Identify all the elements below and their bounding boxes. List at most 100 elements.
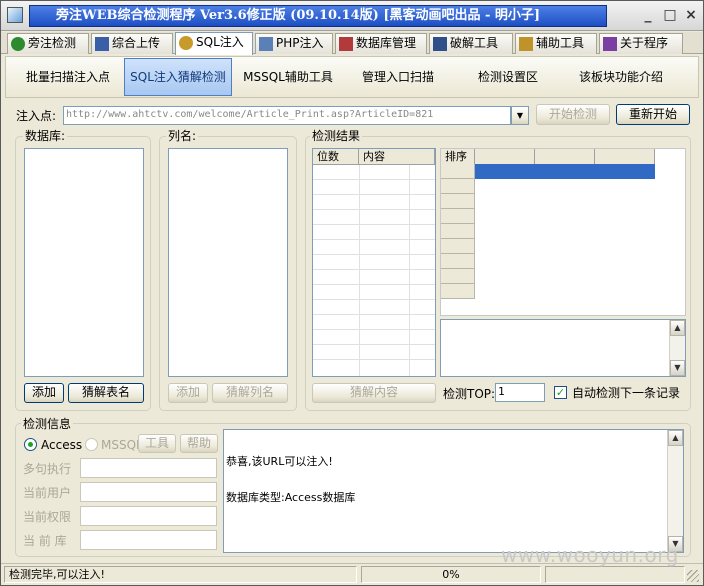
row-header[interactable] [441, 239, 475, 254]
top-label: 检测TOP: [443, 387, 496, 401]
row-header[interactable] [441, 209, 475, 224]
subtab-mssql-tools[interactable]: MSSQL辅助工具 [234, 57, 342, 97]
start-detect-button[interactable]: 开始检测 [536, 104, 610, 125]
watermark: www.wooyun.org [501, 543, 679, 567]
scroll-up-arrow[interactable]: ▲ [668, 430, 683, 446]
subtab-batch-scan[interactable]: 批量扫描注入点 [14, 57, 122, 97]
detect-log[interactable]: 恭喜,该URL可以注入! 数据库类型:Access数据库 ▲ ▼ [223, 429, 684, 553]
subtab-settings[interactable]: 检测设置区 [454, 57, 562, 97]
scroll-up-arrow[interactable]: ▲ [670, 320, 685, 336]
row-header[interactable] [441, 269, 475, 284]
auto-next-label: 自动检测下一条记录 [572, 386, 681, 400]
row-header[interactable] [441, 164, 475, 179]
chart-icon [95, 37, 109, 51]
database-icon [339, 37, 353, 51]
columns-title: 列名: [166, 129, 199, 143]
tab-upload[interactable]: 综合上传 [91, 33, 173, 54]
tab-label: PHP注入 [276, 36, 324, 50]
column-header-field [535, 149, 595, 165]
tab-aux-tools[interactable]: 辅助工具 [515, 33, 597, 54]
tab-php-inject[interactable]: PHP注入 [255, 33, 333, 54]
restore-button[interactable]: □ [661, 7, 679, 25]
row-header[interactable] [441, 194, 475, 209]
multi-exec-field[interactable] [80, 458, 217, 478]
guess-columns-button[interactable]: 猜解列名 [212, 383, 288, 403]
grid-line [313, 179, 435, 180]
column-header-position: 位数 [313, 149, 359, 165]
url-dropdown-arrow[interactable]: ▼ [511, 106, 529, 125]
row-header[interactable] [441, 254, 475, 269]
subtab-sql-guess[interactable]: SQL注入猜解检测 [124, 58, 232, 96]
column-header-content: 内容 [359, 149, 435, 165]
help-button[interactable]: 帮助 [180, 434, 218, 453]
results-content-grid[interactable]: 位数 内容 [312, 148, 436, 377]
current-perm-label: 当前权限 [23, 510, 72, 524]
clipboard-icon [519, 37, 533, 51]
inject-url-input[interactable]: http://www.ahtctv.com/welcome/Article_Pr… [63, 106, 511, 125]
row-header[interactable] [441, 179, 475, 194]
minimize-button[interactable]: _ [639, 7, 657, 25]
scroll-down-arrow[interactable]: ▼ [670, 360, 685, 376]
tab-sql-inject[interactable]: SQL注入 [175, 32, 253, 55]
restart-button[interactable]: 重新开始 [616, 104, 690, 125]
tool-button[interactable]: 工具 [138, 434, 176, 453]
magnifier-icon [179, 36, 193, 50]
records-grid[interactable]: 排序 [440, 148, 686, 316]
close-button[interactable]: × [682, 7, 700, 25]
current-db-label: 当 前 库 [23, 534, 67, 548]
multi-exec-label: 多句执行 [23, 462, 72, 476]
tab-side-detect[interactable]: 旁注检测 [7, 33, 89, 54]
grid-line [313, 239, 435, 240]
tab-db-manage[interactable]: 数据库管理 [335, 33, 427, 54]
columns-list[interactable] [168, 148, 288, 377]
tab-label: 关于程序 [620, 36, 669, 50]
subtab-help[interactable]: 该板块功能介绍 [566, 57, 676, 97]
vertical-scrollbar[interactable]: ▲ ▼ [669, 320, 685, 376]
status-text: 检测完毕,可以注入! [4, 566, 357, 583]
tab-crack-tools[interactable]: 破解工具 [429, 33, 513, 54]
selected-row[interactable] [475, 164, 655, 179]
main-tabs: 旁注检测 综合上传 SQL注入 PHP注入 数据库管理 破解工具 辅助工具 关于… [1, 32, 703, 55]
result-detail-box[interactable]: ▲ ▼ [440, 319, 686, 377]
keyboard-icon [433, 37, 447, 51]
info-title: 检测信息 [21, 417, 74, 431]
mssql-label: MSSQL [101, 438, 143, 452]
status-panel-empty [545, 566, 685, 583]
guess-content-button[interactable]: 猜解内容 [312, 383, 436, 403]
books-icon [603, 37, 617, 51]
grid-divider [359, 165, 360, 376]
guess-tables-button[interactable]: 猜解表名 [68, 383, 144, 403]
title-bar[interactable]: 旁注WEB综合检测程序 Ver3.6修正版 (09.10.14版) [黑客动画吧… [1, 1, 703, 31]
access-radio[interactable] [24, 438, 37, 451]
tab-about[interactable]: 关于程序 [599, 33, 683, 54]
row-header[interactable] [441, 284, 475, 299]
add-column-button[interactable]: 添加 [168, 383, 208, 403]
subtab-admin-scan[interactable]: 管理入口扫描 [344, 57, 452, 97]
log-scrollbar[interactable]: ▲ ▼ [667, 430, 683, 552]
inject-url-label: 注入点: [16, 109, 57, 123]
row-header[interactable] [441, 224, 475, 239]
grid-line [313, 314, 435, 315]
tab-label: 数据库管理 [356, 36, 417, 50]
sub-tabs: 批量扫描注入点 SQL注入猜解检测 MSSQL辅助工具 管理入口扫描 检测设置区… [5, 56, 699, 98]
progress-text: 0% [361, 566, 541, 583]
resize-grip-icon[interactable] [687, 570, 699, 582]
mssql-radio[interactable] [85, 438, 98, 451]
grid-line [313, 329, 435, 330]
grid-line [313, 254, 435, 255]
auto-next-checkbox[interactable]: ✓ [554, 386, 567, 399]
grid-divider [409, 165, 410, 376]
access-label: Access [41, 438, 83, 452]
grid-line [313, 224, 435, 225]
grid-line [313, 209, 435, 210]
window-title: 旁注WEB综合检测程序 Ver3.6修正版 (09.10.14版) [黑客动画吧… [29, 5, 607, 27]
current-user-field[interactable] [80, 482, 217, 502]
current-db-field[interactable] [80, 530, 217, 550]
grid-line [313, 344, 435, 345]
column-header-field [595, 149, 655, 165]
current-perm-field[interactable] [80, 506, 217, 526]
top-input[interactable]: 1 [495, 383, 545, 402]
add-table-button[interactable]: 添加 [24, 383, 64, 403]
main-window: 旁注WEB综合检测程序 Ver3.6修正版 (09.10.14版) [黑客动画吧… [0, 0, 704, 586]
database-list[interactable] [24, 148, 144, 377]
